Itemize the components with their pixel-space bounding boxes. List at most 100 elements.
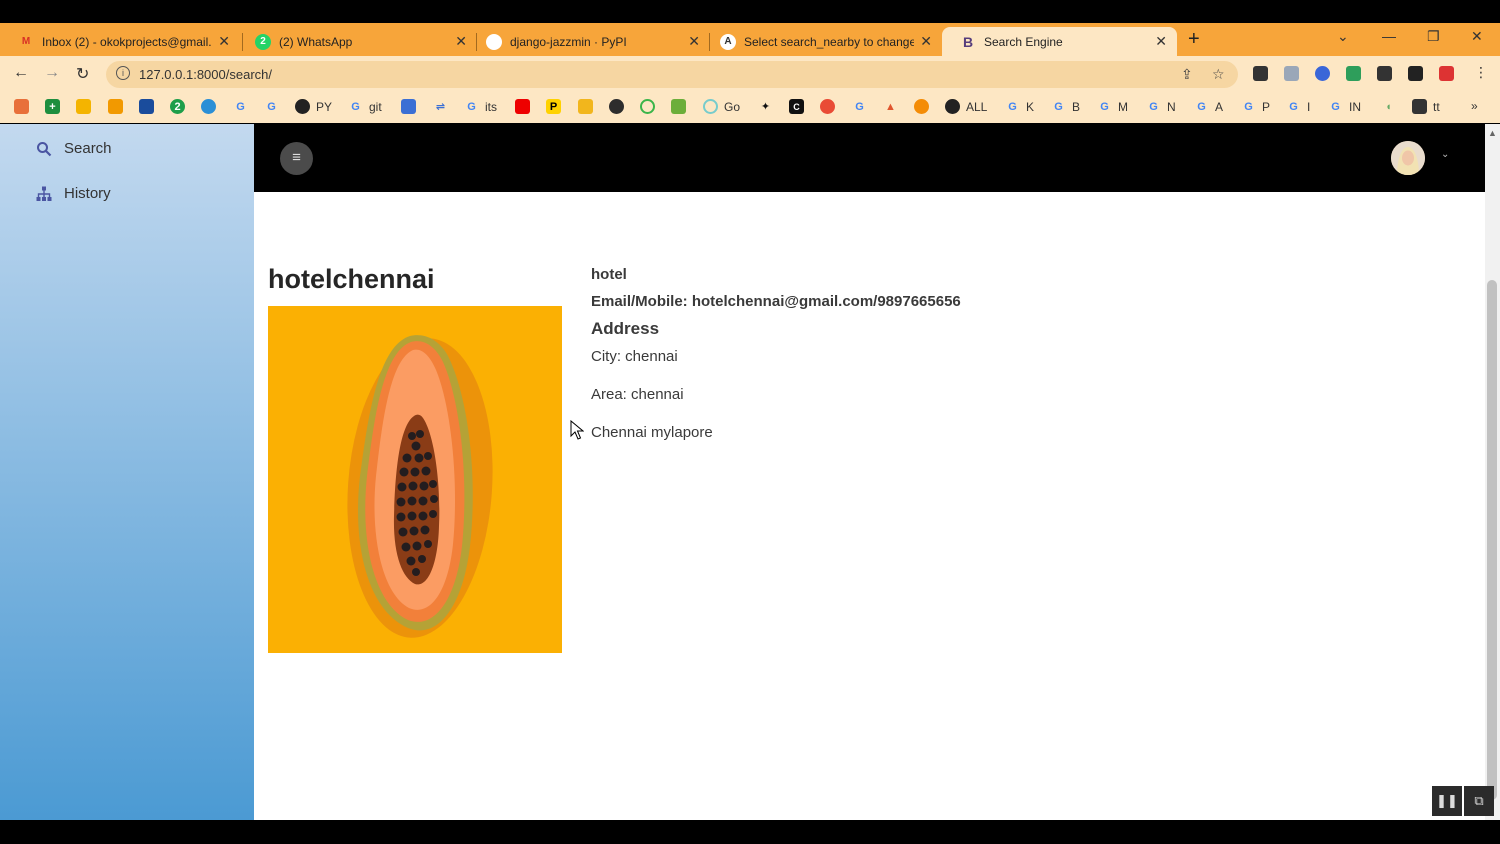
- browser-toolbar: ← → ↻ i 127.0.0.1:8000/search/ ⇪ ☆ ⋮: [0, 56, 1500, 92]
- papaya-image-icon: [268, 306, 562, 653]
- sidebar-item-search[interactable]: Search: [36, 140, 112, 157]
- bookmark-item[interactable]: G: [264, 99, 285, 114]
- bookmark-item[interactable]: [671, 99, 692, 114]
- bookmark-item[interactable]: [914, 99, 935, 114]
- google-icon: G: [1100, 100, 1109, 113]
- sidebar-item-history[interactable]: History: [36, 185, 111, 202]
- extension-panda-icon[interactable]: [1253, 66, 1268, 81]
- bookmark-icon: [139, 99, 154, 114]
- scrollbar-thumb[interactable]: [1487, 280, 1497, 800]
- tab-pypi[interactable]: django-jazzmin · PyPI ✕: [468, 27, 710, 56]
- sidebar-item-label: Search: [64, 140, 112, 157]
- analytics-icon: [108, 99, 123, 114]
- bookmark-item[interactable]: [108, 99, 129, 114]
- share-icon[interactable]: ⇪: [1181, 66, 1193, 83]
- bookmark-item[interactable]: ▲: [883, 99, 904, 114]
- side-panel-icon[interactable]: [1408, 66, 1423, 81]
- close-icon[interactable]: ✕: [218, 33, 230, 50]
- bookmark-item[interactable]: Go: [703, 99, 740, 114]
- scroll-up-arrow-icon[interactable]: ▲: [1488, 128, 1497, 138]
- bookmark-item[interactable]: ⇌: [433, 99, 454, 114]
- bookmark-label: B: [1072, 99, 1081, 114]
- extension-chart-icon[interactable]: [1346, 66, 1361, 81]
- site-info-icon[interactable]: i: [116, 66, 130, 80]
- bookmark-item[interactable]: ALL: [945, 99, 987, 114]
- bookmark-star-icon[interactable]: ☆: [1212, 66, 1225, 83]
- bookmark-item[interactable]: [201, 99, 222, 114]
- bookmark-item[interactable]: G IN: [1328, 99, 1361, 114]
- reload-icon[interactable]: ↻: [76, 64, 89, 84]
- bookmark-item[interactable]: GA: [1194, 99, 1223, 114]
- bookmark-item[interactable]: [578, 99, 599, 114]
- vertical-scrollbar[interactable]: ▲: [1485, 124, 1500, 820]
- close-icon[interactable]: ✕: [688, 33, 700, 50]
- close-icon[interactable]: ✕: [1155, 33, 1167, 50]
- close-icon[interactable]: ✕: [455, 33, 467, 50]
- bookmark-item[interactable]: [139, 99, 160, 114]
- bookmark-item[interactable]: GI: [1286, 99, 1310, 114]
- telegram-icon: [201, 99, 216, 114]
- tab-django-admin[interactable]: A Select search_nearby to change ✕: [702, 27, 942, 56]
- extension-screenshot-icon[interactable]: [1284, 66, 1299, 81]
- bookmark-item[interactable]: [401, 99, 422, 114]
- bookmark-item[interactable]: GB: [1051, 99, 1080, 114]
- top-navbar: ≡ ⌄: [254, 124, 1485, 192]
- bookmark-item[interactable]: [640, 99, 661, 114]
- bookmark-item[interactable]: [515, 99, 536, 114]
- hamburger-menu-icon[interactable]: ≡: [280, 142, 313, 175]
- extensions-puzzle-icon[interactable]: [1377, 66, 1392, 81]
- bookmark-item[interactable]: [609, 99, 630, 114]
- extension-blue-icon[interactable]: [1315, 66, 1330, 81]
- bookmark-item[interactable]: Ggit: [348, 99, 381, 114]
- bookmark-item[interactable]: ✦: [758, 99, 779, 114]
- bookmark-item[interactable]: GM: [1097, 99, 1128, 114]
- bookmark-item[interactable]: C: [789, 99, 810, 114]
- extension-red-icon[interactable]: [1439, 66, 1454, 81]
- tab-title: Select search_nearby to change: [744, 34, 914, 49]
- window-close-icon[interactable]: ✕: [1471, 28, 1483, 45]
- bookmark-item[interactable]: tt: [1412, 99, 1440, 114]
- bookmarks-overflow-icon[interactable]: »: [1471, 99, 1478, 113]
- listing-photo: [268, 306, 562, 653]
- bookmark-item[interactable]: PY: [295, 99, 332, 114]
- close-icon[interactable]: ✕: [920, 33, 932, 50]
- tab-title: Inbox (2) - okokprojects@gmail.c: [42, 34, 212, 49]
- forward-icon[interactable]: →: [44, 64, 60, 82]
- tab-strip: M Inbox (2) - okokprojects@gmail.c ✕ 2 (…: [0, 23, 1500, 56]
- new-tab-icon[interactable]: +: [1188, 28, 1200, 51]
- google-icon: G: [351, 100, 360, 113]
- pause-icon[interactable]: ❚❚: [1432, 786, 1462, 816]
- bookmark-item[interactable]: G: [852, 99, 873, 114]
- back-icon[interactable]: ←: [13, 64, 29, 82]
- bookmark-item[interactable]: [820, 99, 841, 114]
- bookmark-icon: ◖: [1385, 100, 1392, 113]
- bookmark-icon: [578, 99, 593, 114]
- tab-gmail[interactable]: M Inbox (2) - okokprojects@gmail.c ✕: [0, 27, 240, 56]
- bookmark-label: A: [1215, 99, 1224, 114]
- menu-kebab-icon[interactable]: ⋮: [1474, 64, 1488, 81]
- chevron-down-icon[interactable]: ⌄: [1441, 149, 1449, 160]
- bookmark-item[interactable]: GP: [1241, 99, 1270, 114]
- google-icon: G: [1331, 100, 1340, 113]
- minimize-icon[interactable]: —: [1382, 28, 1396, 44]
- tab-title: (2) WhatsApp: [279, 34, 353, 49]
- tab-search-engine[interactable]: B Search Engine ✕: [942, 27, 1177, 56]
- bookmark-item[interactable]: [76, 99, 97, 114]
- restore-icon[interactable]: ❐: [1427, 28, 1440, 45]
- listing-title: hotelchennai: [268, 264, 435, 294]
- avatar[interactable]: [1391, 141, 1425, 175]
- picture-in-picture-icon[interactable]: ⧉: [1464, 786, 1494, 816]
- address-bar[interactable]: i 127.0.0.1:8000/search/ ⇪ ☆: [106, 61, 1238, 88]
- bookmark-item[interactable]: 2: [170, 99, 191, 114]
- bookmark-item[interactable]: Gits: [464, 99, 497, 114]
- tab-search-icon[interactable]: ⌄: [1337, 28, 1349, 45]
- bookmark-item[interactable]: GN: [1146, 99, 1175, 114]
- bookmark-item[interactable]: +: [45, 99, 66, 114]
- tab-whatsapp[interactable]: 2 (2) WhatsApp ✕: [237, 27, 477, 56]
- bookmark-item[interactable]: GK: [1005, 99, 1034, 114]
- bookmark-item[interactable]: G: [233, 99, 254, 114]
- bookmark-item[interactable]: P: [546, 99, 567, 114]
- bookmark-item[interactable]: ◖: [1381, 99, 1402, 114]
- globe-icon: [945, 99, 960, 114]
- bookmark-item[interactable]: [14, 99, 35, 114]
